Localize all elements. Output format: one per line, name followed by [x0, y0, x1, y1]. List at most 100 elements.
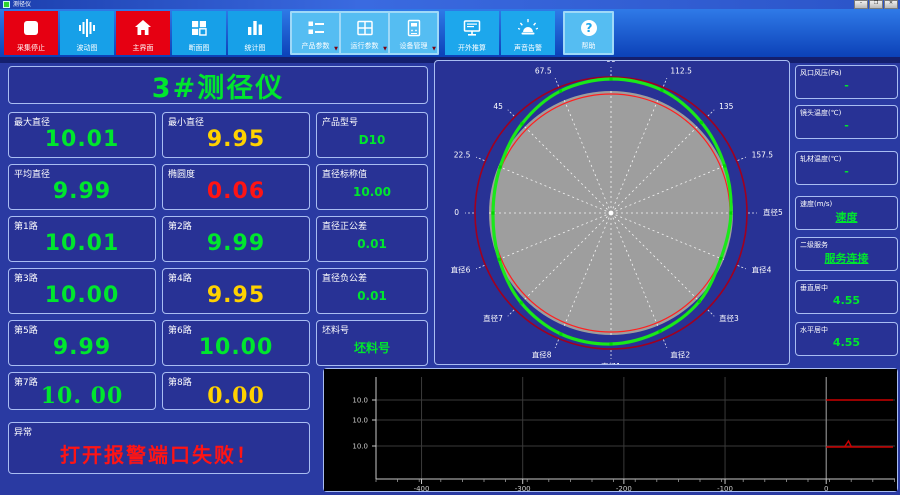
polar-tick-label: 直径2: [670, 350, 690, 360]
device-icon: [390, 13, 437, 42]
status-panel-material-temperature: 轧材温度(℃) -: [795, 151, 898, 185]
device-management-button[interactable]: 设备管理 ▼: [390, 13, 437, 53]
gauge-title: 3#测径仪: [151, 72, 285, 104]
trend-x-tick-label: -300: [515, 485, 531, 491]
status-panel-lens-temperature: 镜头温度(℃) -: [795, 105, 898, 139]
trend-x-tick-label: -400: [414, 485, 430, 491]
svg-text:?: ?: [585, 21, 592, 35]
toolbar-button-label: 采集停止: [17, 44, 45, 52]
trend-y-tick-label: 10.0: [352, 417, 368, 425]
cross-section-polar-chart: 直径5 135 90 45 0 直径7 直径1 直径3 157.5 112.5 67.5 22.5 直径…: [451, 61, 783, 364]
status-value: -: [844, 119, 849, 132]
toolbar: 采集停止 波动图 主界面 断面图 统计图 产品参数 ▼ 运行参数 ▼ 设备管理 ▼ 开外推算 声音告警?…: [0, 9, 900, 57]
polar-tick-label: 直径1: [601, 361, 621, 364]
wave-icon: [60, 11, 114, 44]
metric-box-max-diameter: 最大直径 10.01: [8, 112, 156, 158]
help-button-group: ? 帮助: [563, 11, 614, 55]
polar-tick-label: 直径6: [451, 264, 471, 274]
metric-value: 10.00: [198, 335, 274, 360]
monitor-icon: [445, 11, 499, 44]
close-button[interactable]: ✕: [884, 0, 898, 9]
metric-box-path-5: 第5路 9.99: [8, 320, 156, 366]
section-view-button[interactable]: 断面图: [172, 11, 226, 55]
metric-value: 10.00: [44, 283, 120, 308]
polar-tick-label: 0: [454, 208, 459, 217]
product-params-button[interactable]: 产品参数 ▼: [292, 13, 339, 53]
metric-box-ovality: 椭圆度 0.06: [162, 164, 310, 210]
trend-chart: 10.0 10.0 10.0 -400 -300 -200 -100 0: [324, 369, 897, 491]
status-panel-vertical-center: 垂直居中 4.55: [795, 280, 898, 314]
status-value: 4.55: [832, 294, 861, 307]
metric-value: 10. 00: [40, 382, 124, 409]
metric-value: 0.01: [357, 236, 387, 251]
window-controls: – ❐ ✕: [854, 0, 898, 9]
toolbar-button-label: 声音告警: [514, 44, 542, 52]
status-link-secondary-service[interactable]: 服务连接: [798, 247, 895, 268]
polar-tick-label: 直径4: [752, 264, 772, 274]
alarm-message: 打开报警端口失败！: [60, 442, 258, 467]
statistics-chart-button[interactable]: 统计图: [228, 11, 282, 55]
metric-value: D10: [358, 132, 386, 147]
toolbar-button-label: 断面图: [188, 44, 210, 52]
alarm-icon: [501, 11, 555, 44]
app-icon: [3, 1, 10, 8]
dropdown-caret-icon[interactable]: ▼: [334, 47, 338, 52]
metric-box-billet-no: 坯料号 坯料号: [316, 320, 428, 366]
toolbar-button-label: 设备管理: [399, 42, 428, 50]
metric-box-path-6: 第6路 10.00: [162, 320, 310, 366]
polar-tick-label: 22.5: [454, 151, 471, 160]
table-icon: [341, 13, 388, 42]
polar-tick-label: 直径5: [763, 207, 783, 217]
metric-box-plus-tolerance: 直径正公差 0.01: [316, 216, 428, 262]
gauge-title-box: 3#测径仪: [8, 66, 428, 104]
help-button[interactable]: ? 帮助: [565, 13, 612, 53]
metric-box-path-2: 第2路 9.99: [162, 216, 310, 262]
metric-value: 0.00: [207, 382, 265, 409]
polar-tick-label: 45: [493, 102, 503, 111]
toolbar-button-label: 开外推算: [458, 44, 486, 52]
run-params-button[interactable]: 运行参数 ▼: [341, 13, 388, 53]
status-panel-secondary-service: 二级服务 服务连接: [795, 237, 898, 271]
metric-box-path-3: 第3路 10.00: [8, 268, 156, 314]
toolbar-button-label: 产品参数: [301, 42, 330, 50]
trend-y-tick-label: 10.0: [352, 397, 368, 405]
dropdown-caret-icon[interactable]: ▼: [383, 47, 387, 52]
sound-alarm-button[interactable]: 声音告警: [501, 11, 555, 55]
metric-value: 10.01: [44, 127, 120, 152]
metric-value: 10.01: [44, 231, 120, 256]
stop-icon: [4, 11, 58, 44]
toolbar-button-label: 帮助: [581, 42, 596, 50]
polar-tick-label: 直径3: [719, 313, 739, 323]
maximize-button[interactable]: ❐: [869, 0, 883, 9]
metric-box-path-4: 第4路 9.95: [162, 268, 310, 314]
status-panel-horizontal-center: 水平居中 4.55: [795, 322, 898, 356]
metric-value: 0.06: [206, 179, 266, 204]
metric-value: 0.01: [357, 288, 387, 303]
cross-section-chart-panel: 直径5 135 90 45 0 直径7 直径1 直径3 157.5 112.5 67.5 22.5 直径…: [434, 60, 790, 365]
metric-value: 9.99: [52, 179, 112, 204]
trend-x-tick-label: 0: [824, 485, 828, 491]
stop-acquisition-button[interactable]: 采集停止: [4, 11, 58, 55]
metric-value: 9.95: [206, 127, 266, 152]
alarm-box: 异常 打开报警端口失败！: [8, 422, 310, 474]
status-link-speed[interactable]: 速度: [798, 206, 895, 227]
status-value: -: [844, 79, 849, 92]
status-panel-speed: 速度(m/s) 速度: [795, 196, 898, 230]
wave-chart-button[interactable]: 波动图: [60, 11, 114, 55]
list-icon: [292, 13, 339, 42]
polar-tick-label: 90: [606, 61, 616, 64]
main-screen-button[interactable]: 主界面: [116, 11, 170, 55]
status-panel-wind-pressure: 风口风压(Pa) -: [795, 65, 898, 99]
metric-value: 9.99: [206, 231, 266, 256]
metric-box-path-8: 第8路 0.00: [162, 372, 310, 410]
extrapolation-button[interactable]: 开外推算: [445, 11, 499, 55]
trend-x-tick-label: -200: [616, 485, 632, 491]
minimize-button[interactable]: –: [854, 0, 868, 9]
metric-value: 10.00: [353, 184, 391, 199]
dropdown-caret-icon[interactable]: ▼: [432, 47, 436, 52]
metric-box-product-model: 产品型号 D10: [316, 112, 428, 158]
trend-chart-panel: 10.0 10.0 10.0 -400 -300 -200 -100 0: [323, 368, 898, 492]
trend-y-tick-label: 10.0: [352, 443, 368, 451]
toolbar-button-label: 主界面: [132, 44, 154, 52]
bars-icon: [228, 11, 282, 44]
